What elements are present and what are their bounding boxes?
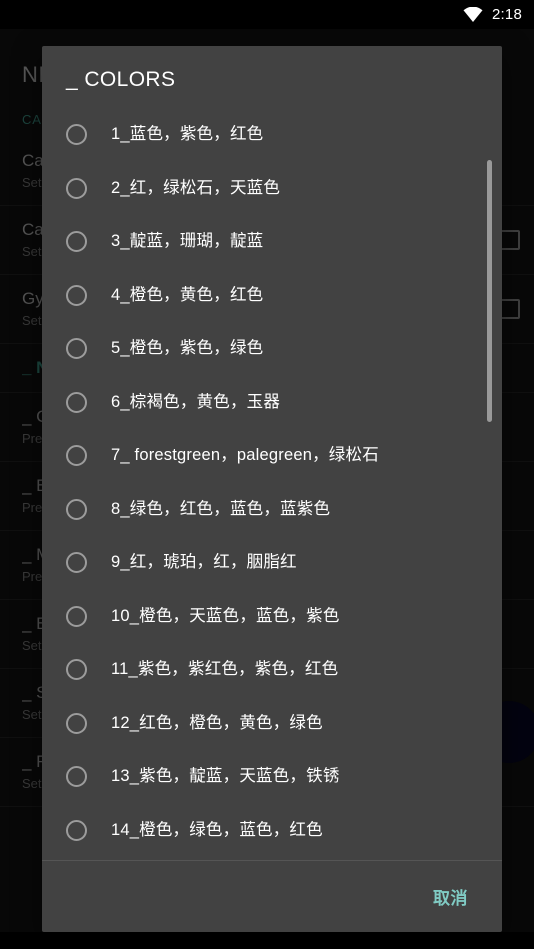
radio-option-9[interactable]: 9_红，琥珀，红，胭脂红 — [42, 536, 502, 590]
radio-option-4[interactable]: 4_橙色，黄色，红色 — [42, 269, 502, 323]
radio-button-icon[interactable] — [66, 498, 87, 520]
radio-button-icon[interactable] — [66, 659, 87, 681]
radio-button-icon[interactable] — [66, 766, 87, 788]
radio-option-label: 8_绿色，红色，蓝色，蓝紫色 — [111, 499, 331, 518]
radio-option-2[interactable]: 2_红，绿松石，天蓝色 — [42, 162, 502, 216]
status-bar: 2:18 — [0, 0, 534, 29]
radio-option-14[interactable]: 14_橙色，绿色，蓝色，红色 — [42, 804, 502, 858]
radio-option-label: 4_橙色，黄色，红色 — [111, 285, 264, 304]
scrollbar-thumb[interactable] — [487, 160, 492, 422]
radio-option-13[interactable]: 13_紫色，靛蓝，天蓝色，铁锈 — [42, 750, 502, 804]
cancel-button[interactable]: 取消 — [423, 876, 478, 917]
radio-button-icon[interactable] — [66, 124, 87, 146]
radio-option-label: 9_红，琥珀，红，胭脂红 — [111, 553, 297, 572]
radio-button-icon[interactable] — [66, 712, 87, 734]
radio-option-8[interactable]: 8_绿色，红色，蓝色，蓝紫色 — [42, 483, 502, 537]
radio-button-icon[interactable] — [66, 605, 87, 627]
radio-option-label: 7_ forestgreen，palegreen，绿松石 — [111, 446, 379, 465]
radio-button-icon[interactable] — [66, 552, 87, 574]
dialog-actions: 取消 — [42, 861, 502, 932]
radio-option-11[interactable]: 11_紫色，紫红色，紫色，红色 — [42, 643, 502, 697]
navigation-bar — [0, 932, 534, 949]
radio-option-1[interactable]: 1_蓝色，紫色，红色 — [42, 108, 502, 162]
radio-button-icon[interactable] — [66, 445, 87, 467]
radio-option-10[interactable]: 10_橙色，天蓝色，蓝色，紫色 — [42, 590, 502, 644]
radio-option-6[interactable]: 6_棕褐色，黄色，玉器 — [42, 376, 502, 430]
radio-button-icon[interactable] — [66, 284, 87, 306]
radio-button-icon[interactable] — [66, 231, 87, 253]
radio-button-icon[interactable] — [66, 391, 87, 413]
radio-option-label: 6_棕褐色，黄色，玉器 — [111, 392, 281, 411]
radio-button-icon[interactable] — [66, 177, 87, 199]
radio-option-7[interactable]: 7_ forestgreen，palegreen，绿松石 — [42, 429, 502, 483]
radio-option-label: 3_靛蓝，珊瑚，靛蓝 — [111, 232, 264, 251]
radio-option-list: 1_蓝色，紫色，红色 2_红，绿松石，天蓝色 3_靛蓝，珊瑚，靛蓝 4_橙色，黄… — [42, 106, 502, 857]
radio-option-label: 2_红，绿松石，天蓝色 — [111, 178, 281, 197]
radio-option-label: 13_紫色，靛蓝，天蓝色，铁锈 — [111, 767, 340, 786]
radio-button-icon[interactable] — [66, 819, 87, 841]
screen: 2:18 NEW CAMERA Camera Set camera rotati… — [0, 0, 534, 949]
wifi-icon — [463, 7, 483, 22]
radio-option-label: 12_红色，橙色，黄色，绿色 — [111, 713, 323, 732]
radio-option-label: 14_橙色，绿色，蓝色，红色 — [111, 820, 323, 839]
radio-option-label: 1_蓝色，紫色，红色 — [111, 125, 264, 144]
radio-option-3[interactable]: 3_靛蓝，珊瑚，靛蓝 — [42, 215, 502, 269]
radio-button-icon[interactable] — [66, 338, 87, 360]
radio-option-label: 5_橙色，紫色，绿色 — [111, 339, 264, 358]
radio-option-12[interactable]: 12_红色，橙色，黄色，绿色 — [42, 697, 502, 751]
radio-option-5[interactable]: 5_橙色，紫色，绿色 — [42, 322, 502, 376]
dialog-title: _ COLORS — [66, 68, 176, 91]
status-bar-clock: 2:18 — [492, 6, 522, 23]
colors-dialog: _ COLORS 1_蓝色，紫色，红色 2_红，绿松石，天蓝色 3_靛蓝，珊瑚，… — [42, 46, 502, 932]
radio-option-label: 11_紫色，紫红色，紫色，红色 — [111, 660, 339, 679]
dialog-body: 1_蓝色，紫色，红色 2_红，绿松石，天蓝色 3_靛蓝，珊瑚，靛蓝 4_橙色，黄… — [42, 106, 502, 860]
radio-option-label: 10_橙色，天蓝色，蓝色，紫色 — [111, 606, 340, 625]
